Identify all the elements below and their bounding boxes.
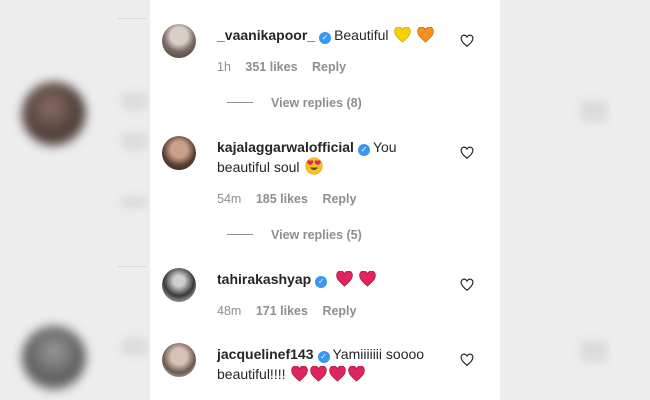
username[interactable]: _vaanikapoor_ [217,27,315,43]
avatar[interactable] [162,343,196,377]
verified-badge-icon: ✓ [319,32,332,44]
blurred-background-right [500,0,650,400]
comment-time: 1h [217,60,231,74]
red-heart-icon [291,365,309,387]
blurred-heart [580,340,608,362]
comment-text: Beautiful [334,27,389,43]
username[interactable]: tahirakashyap [217,271,311,287]
reply-button[interactable]: Reply [322,192,356,206]
comment-body: tahirakashyap ✓ [217,269,452,292]
heart-outline-icon[interactable] [460,34,476,50]
avatar[interactable] [162,268,196,302]
blurred-background-left [0,0,150,400]
heart-outline-icon[interactable] [460,353,476,369]
red-heart-icon [329,365,347,387]
avatar[interactable] [162,24,196,58]
comments-panel: _vaanikapoor_ ✓ Beautiful 1h 351 likes Rep… [150,0,500,400]
red-heart-icon [359,270,376,292]
yellow-heart-icon [394,26,412,48]
blurred-text [122,132,148,150]
reply-button[interactable]: Reply [322,304,356,318]
blurred-heart [580,100,608,122]
reply-button[interactable]: Reply [312,60,346,74]
red-heart-icon [336,270,353,292]
view-replies-button[interactable]: View replies (8) [227,96,362,110]
blurred-avatar [22,82,86,146]
like-count[interactable]: 185 likes [256,192,308,206]
blurred-divider [118,18,146,19]
verified-badge-icon: ✓ [357,144,370,156]
heart-eyes-emoji-icon [305,157,323,180]
replies-divider [227,234,253,235]
comment-meta: 1h 351 likes Reply [217,60,357,74]
verified-badge-icon: ✓ [315,276,328,288]
blurred-text [122,92,148,110]
avatar[interactable] [162,136,196,170]
blurred-text [122,338,148,356]
comment-body: _vaanikapoor_ ✓ Beautiful [217,25,452,48]
username[interactable]: kajalaggarwalofficial [217,139,354,155]
verified-badge-icon: ✓ [317,351,330,363]
replies-divider [227,102,253,103]
comment-body: kajalaggarwalofficial ✓ You beautiful soul [217,137,452,180]
heart-outline-icon[interactable] [460,146,476,162]
orange-heart-icon [417,26,435,48]
comment-body: jacquelinef143 ✓ Yamiiiiiii soooo beautifu… [217,344,452,387]
blurred-text [120,196,148,208]
view-replies-label: View replies (8) [271,96,362,110]
comment-time: 48m [217,304,242,318]
view-replies-label: View replies (5) [271,228,362,242]
red-heart-icon [348,365,366,387]
blurred-avatar [22,326,86,390]
red-heart-icon [310,365,328,387]
heart-outline-icon[interactable] [460,278,476,294]
view-replies-button[interactable]: View replies (5) [227,228,362,242]
username[interactable]: jacquelinef143 [217,346,314,362]
like-count[interactable]: 351 likes [245,60,297,74]
comment-meta: 48m 171 likes Reply [217,304,367,318]
comment-time: 54m [217,192,242,206]
blurred-divider [118,266,146,267]
comment-meta: 54m 185 likes Reply [217,192,367,206]
like-count[interactable]: 171 likes [256,304,308,318]
